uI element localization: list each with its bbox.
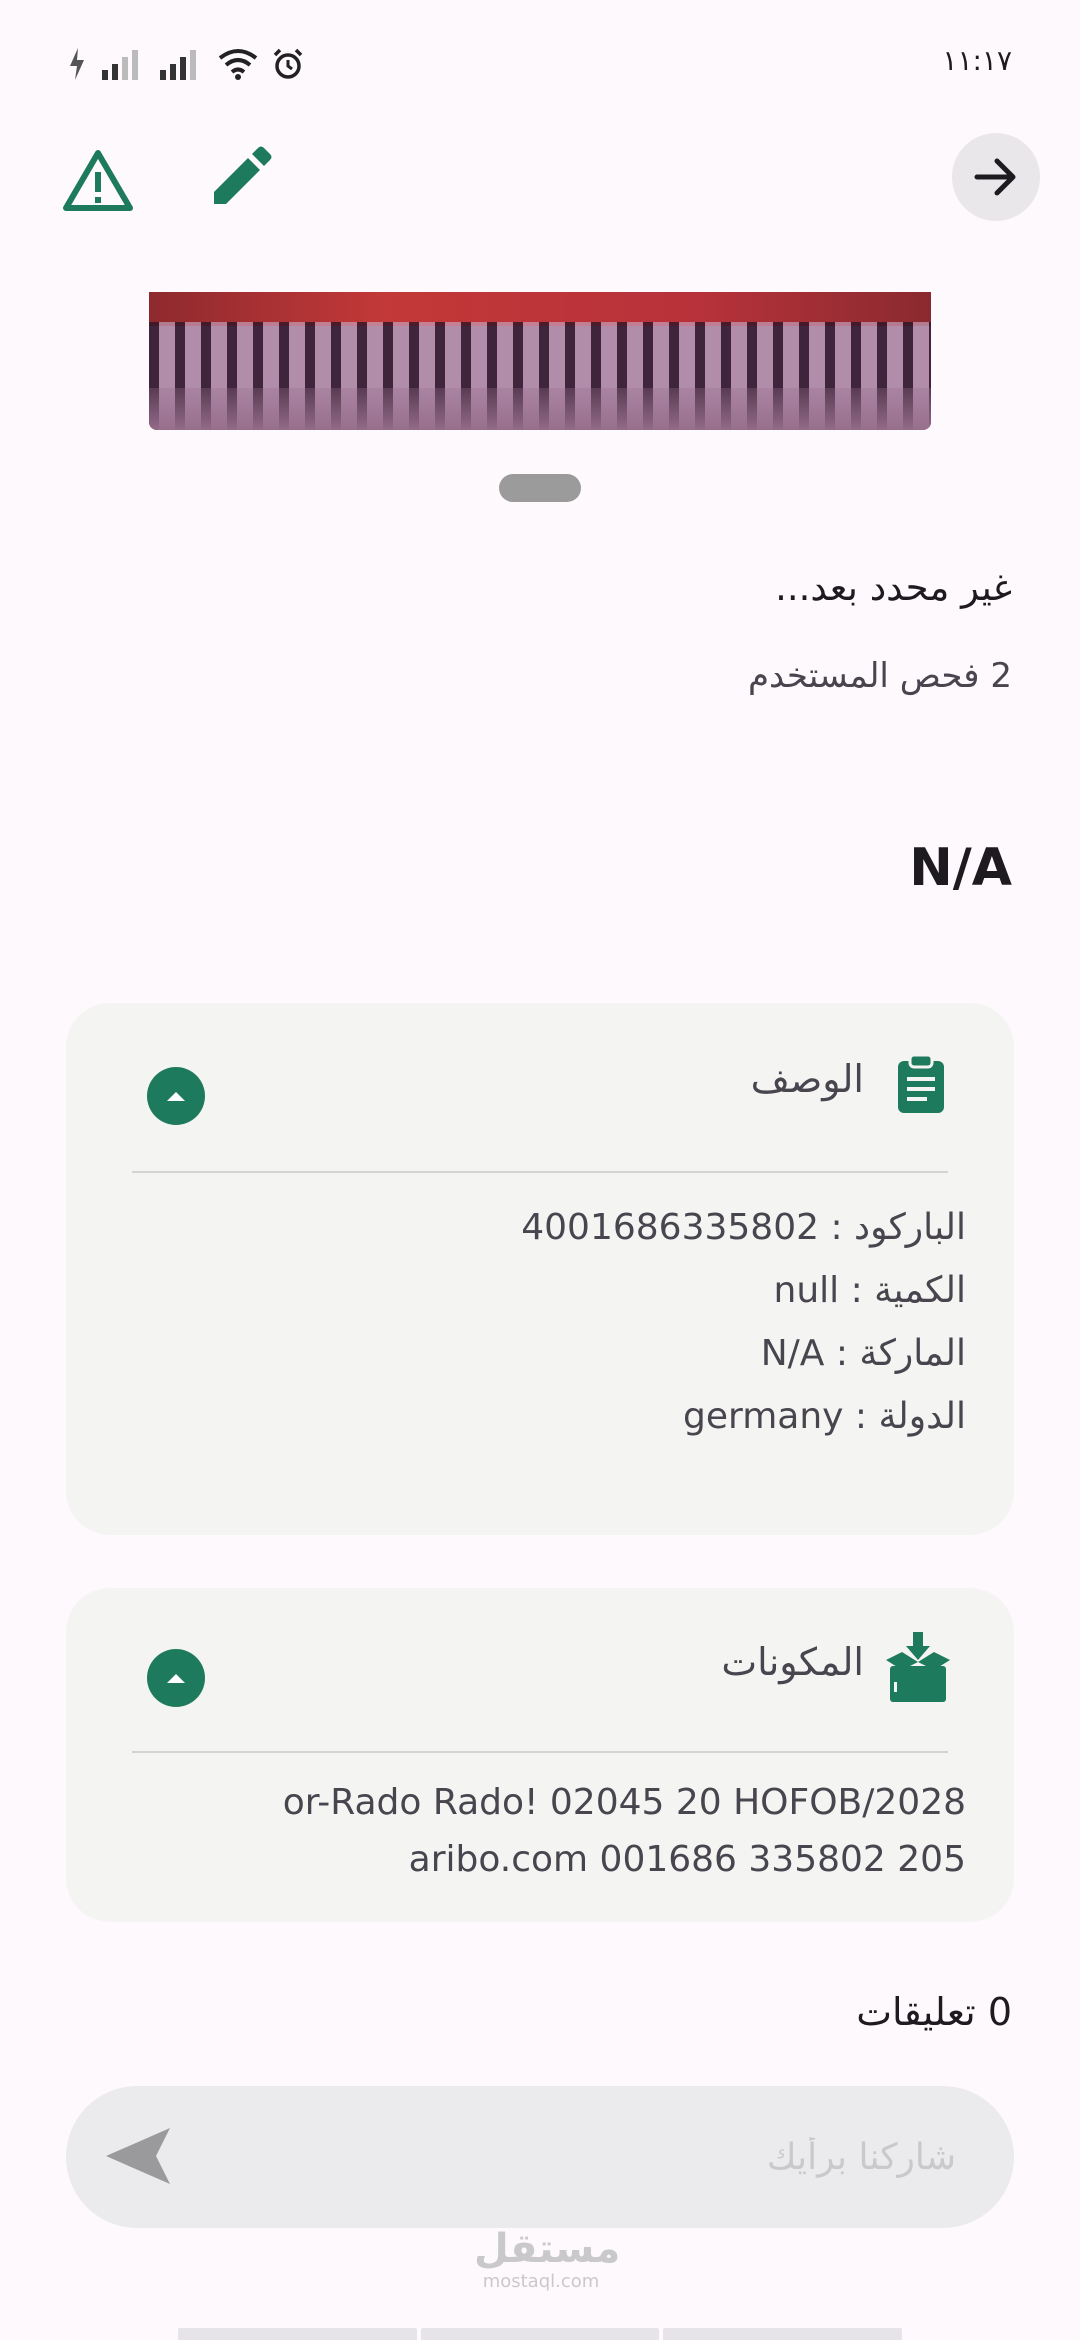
product-name: N/A xyxy=(909,838,1012,898)
description-card-header[interactable]: الوصف xyxy=(66,1003,1014,1173)
warning-icon xyxy=(63,150,133,211)
description-collapse-button[interactable] xyxy=(147,1067,205,1125)
arrow-right-icon xyxy=(974,158,1016,196)
alarm-icon xyxy=(273,48,303,79)
comments-count: 0 تعليقات xyxy=(856,1990,1012,2034)
user-scan-count: 2 فحص المستخدم xyxy=(747,656,1012,696)
watermark-latin: mostaql.com xyxy=(482,2271,600,2292)
ingredients-lines: or-Rado Rado! 02045 20 HOFOB/2028 aribo.… xyxy=(283,1774,966,1888)
bottom-tab-segment xyxy=(663,2328,903,2340)
description-card: الوصف الباركود : 4001686335802 الكمية : … xyxy=(66,1003,1014,1535)
quantity-line: الكمية : null xyxy=(773,1270,966,1311)
status-time: ١١:١٧ xyxy=(942,44,1012,77)
status-bar: ١١:١٧ xyxy=(0,0,1080,120)
brand-line: الماركة : N/A xyxy=(760,1333,966,1374)
product-image xyxy=(149,292,931,430)
ingredients-line: or-Rado Rado! 02045 20 HOFOB/2028 xyxy=(282,1782,966,1823)
pencil-icon xyxy=(214,146,272,204)
product-image-shade xyxy=(149,388,931,430)
chevron-up-icon xyxy=(167,1674,185,1683)
top-app-bar xyxy=(0,130,1080,230)
clipboard-icon xyxy=(898,1053,944,1113)
description-divider xyxy=(132,1171,948,1173)
watermark-arabic: مستقل xyxy=(474,2226,621,2272)
bottom-sheet-drag-handle[interactable] xyxy=(499,474,581,502)
signal-icon xyxy=(160,50,196,80)
bottom-edge-tabs xyxy=(178,2328,903,2340)
status-icons xyxy=(66,44,304,84)
signal-icon xyxy=(102,50,138,80)
product-status-title: غير محدد بعد... xyxy=(775,566,1012,609)
back-button[interactable] xyxy=(952,133,1040,221)
ingredients-card-title: المكونات xyxy=(721,1640,864,1684)
barcode-line: الباركود : 4001686335802 xyxy=(521,1207,966,1248)
description-lines: الباركود : 4001686335802 الكمية : null ا… xyxy=(521,1196,966,1448)
report-button[interactable] xyxy=(62,148,134,214)
ingredients-card-header[interactable]: المكونات xyxy=(66,1588,1014,1758)
edit-button[interactable] xyxy=(208,144,274,210)
comment-input[interactable] xyxy=(258,2086,958,2228)
ingredients-collapse-button[interactable] xyxy=(147,1649,205,1707)
charging-icon xyxy=(70,48,84,80)
comment-box xyxy=(66,2086,1014,2228)
ingredients-line: aribo.com 001686 335802 205 xyxy=(408,1839,966,1880)
product-image-packaging xyxy=(149,292,931,326)
bottom-tab-segment xyxy=(420,2328,660,2340)
send-button[interactable] xyxy=(102,2124,174,2188)
ingredients-card: المكونات or-Rado Rado! 02045 20 HOFOB/20… xyxy=(66,1588,1014,1922)
description-card-title: الوصف xyxy=(750,1057,864,1101)
ingredients-divider xyxy=(132,1751,948,1753)
send-icon xyxy=(106,2128,170,2184)
box-download-icon xyxy=(886,1632,950,1702)
wifi-icon xyxy=(218,49,258,80)
chevron-up-icon xyxy=(167,1092,185,1101)
bottom-tab-segment xyxy=(178,2328,417,2340)
country-line: الدولة : germany xyxy=(683,1396,966,1437)
watermark-logo: مستقل mostaql.com xyxy=(474,2226,621,2292)
